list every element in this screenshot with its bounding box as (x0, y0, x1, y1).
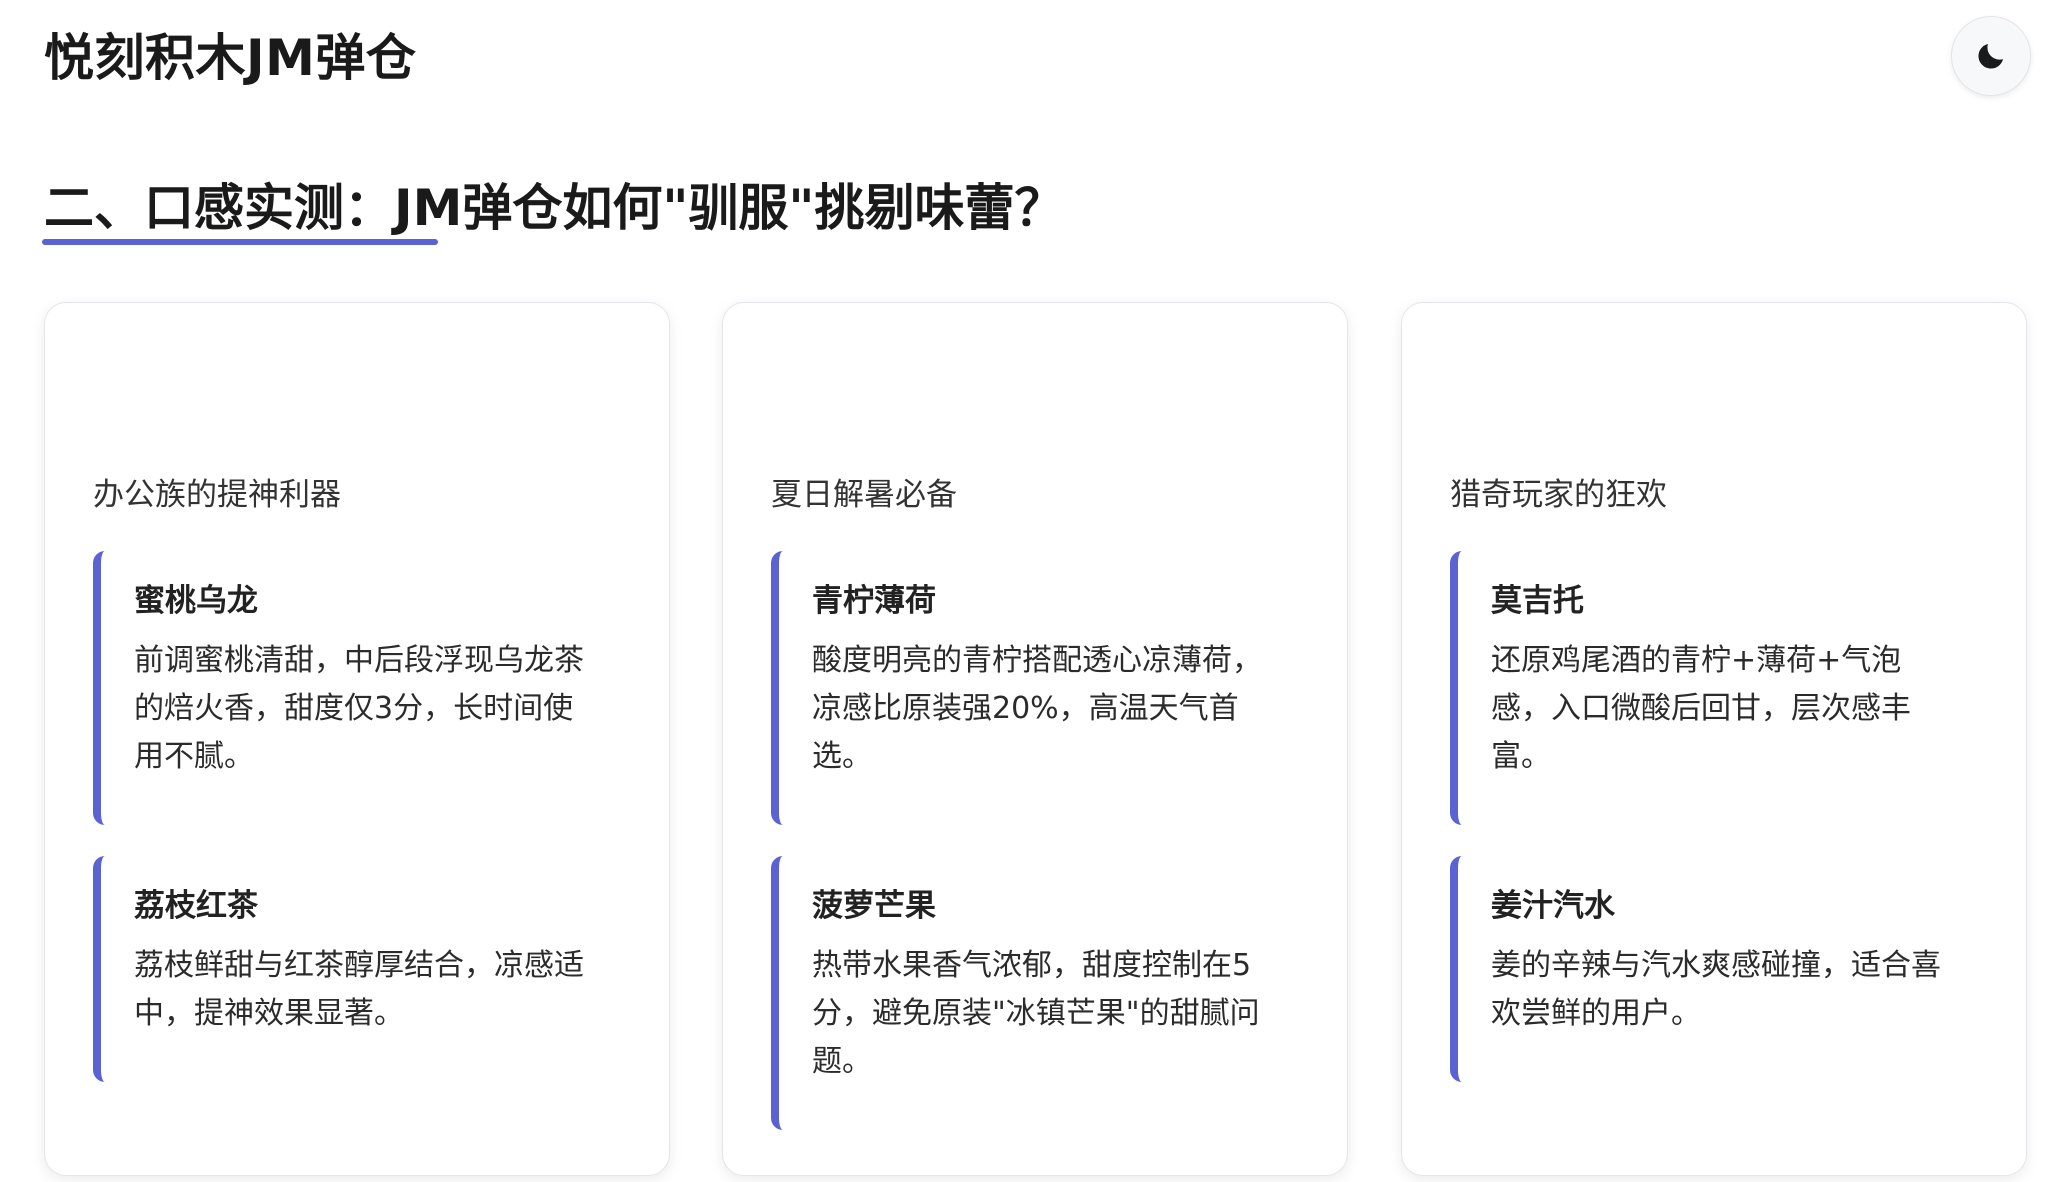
flavor-description: 前调蜜桃清甜，中后段浮现乌龙茶的焙火香，甜度仅3分，长时间使用不腻。 (134, 643, 584, 774)
flavor-card: 夏日解暑必备 青柠薄荷 酸度明亮的青柠搭配透心凉薄荷，凉感比原装强20%，高温天… (722, 302, 1348, 1176)
flavor-cards: 办公族的提神利器 蜜桃乌龙 前调蜜桃清甜，中后段浮现乌龙茶的焙火香，甜度仅3分，… (44, 302, 2028, 1182)
flavor-name: 菠萝芒果 (812, 888, 936, 924)
flavor-name: 姜汁汽水 (1491, 888, 1615, 924)
flavor-item: 蜜桃乌龙 前调蜜桃清甜，中后段浮现乌龙茶的焙火香，甜度仅3分，长时间使用不腻。 (93, 551, 613, 825)
card-subtitle: 猎奇玩家的狂欢 (1450, 477, 1667, 513)
flavor-description: 还原鸡尾酒的青柠+薄荷+气泡感，入口微酸后回甘，层次感丰富。 (1491, 643, 1911, 774)
site-title[interactable]: 悦刻积木JM弹仓 (44, 24, 416, 92)
moon-icon (1978, 43, 2004, 69)
card-subtitle: 办公族的提神利器 (93, 477, 341, 513)
flavor-name: 蜜桃乌龙 (134, 583, 258, 619)
flavor-item: 荔枝红茶 荔枝鲜甜与红茶醇厚结合，凉感适中，提神效果显著。 (93, 856, 613, 1082)
flavor-item: 莫吉托 还原鸡尾酒的青柠+薄荷+气泡感，入口微酸后回甘，层次感丰富。 (1450, 551, 1970, 825)
flavor-name: 青柠薄荷 (812, 583, 936, 619)
flavor-name: 荔枝红茶 (134, 888, 258, 924)
card-subtitle: 夏日解暑必备 (771, 477, 957, 513)
theme-toggle-button[interactable] (1951, 16, 2031, 96)
flavor-item: 菠萝芒果 热带水果香气浓郁，甜度控制在5分，避免原装"冰镇芒果"的甜腻问题。 (771, 856, 1291, 1130)
heading-underline (42, 239, 438, 245)
flavor-description: 姜的辛辣与汽水爽感碰撞，适合喜欢尝鲜的用户。 (1491, 948, 1941, 1031)
flavor-card: 猎奇玩家的狂欢 莫吉托 还原鸡尾酒的青柠+薄荷+气泡感，入口微酸后回甘，层次感丰… (1401, 302, 2027, 1176)
flavor-name: 莫吉托 (1491, 583, 1584, 619)
flavor-description: 热带水果香气浓郁，甜度控制在5分，避免原装"冰镇芒果"的甜腻问题。 (812, 948, 1260, 1079)
flavor-description: 酸度明亮的青柠搭配透心凉薄荷，凉感比原装强20%，高温天气首选。 (812, 643, 1262, 774)
flavor-item: 姜汁汽水 姜的辛辣与汽水爽感碰撞，适合喜欢尝鲜的用户。 (1450, 856, 1970, 1082)
flavor-card: 办公族的提神利器 蜜桃乌龙 前调蜜桃清甜，中后段浮现乌龙茶的焙火香，甜度仅3分，… (44, 302, 670, 1176)
section-heading: 二、口感实测：JM弹仓如何"驯服"挑剔味蕾？ (44, 179, 1065, 237)
flavor-item: 青柠薄荷 酸度明亮的青柠搭配透心凉薄荷，凉感比原装强20%，高温天气首选。 (771, 551, 1291, 825)
flavor-description: 荔枝鲜甜与红茶醇厚结合，凉感适中，提神效果显著。 (134, 948, 584, 1031)
